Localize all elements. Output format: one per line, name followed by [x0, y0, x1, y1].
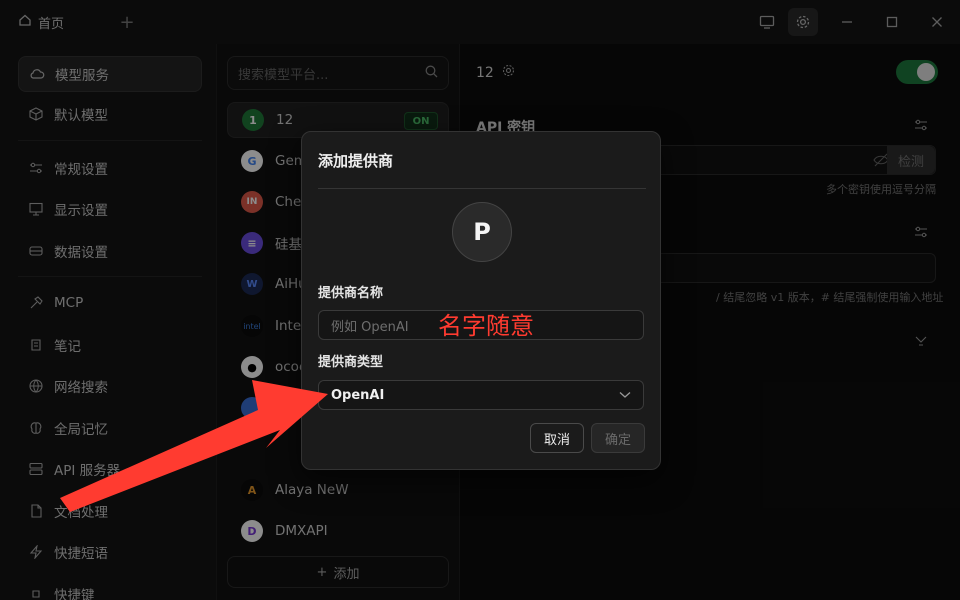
add-provider-dialog: 添加提供商 P 提供商名称 例如 OpenAI 名字随意 提供商类型 OpenA… — [301, 131, 661, 470]
annotation-text: 名字随意 — [438, 312, 534, 340]
dialog-title: 添加提供商 — [318, 152, 394, 170]
provider-name-placeholder: 例如 OpenAI — [331, 319, 409, 335]
provider-type-select[interactable]: OpenAI — [318, 380, 644, 410]
provider-type-value: OpenAI — [331, 387, 385, 403]
chevron-down-icon — [619, 388, 631, 403]
dialog-divider — [318, 188, 646, 189]
provider-type-label: 提供商类型 — [318, 355, 384, 370]
provider-name-label: 提供商名称 — [318, 286, 384, 301]
confirm-button[interactable]: 确定 — [591, 423, 645, 453]
cancel-button[interactable]: 取消 — [530, 423, 584, 453]
provider-avatar[interactable]: P — [452, 202, 512, 262]
